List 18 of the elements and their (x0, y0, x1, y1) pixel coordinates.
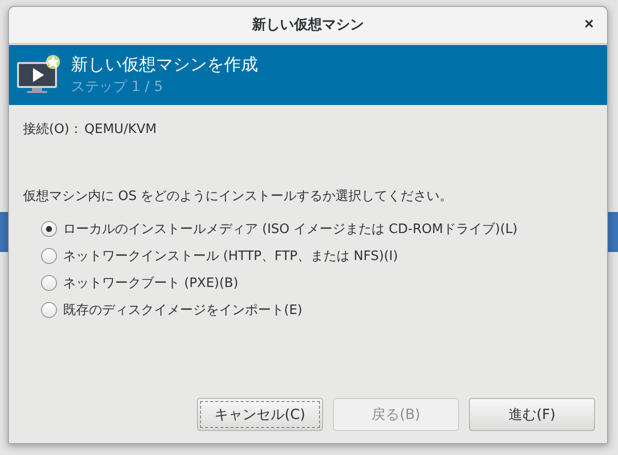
question-text: 仮想マシン内に OS をどのようにインストールするか選択してください。 (23, 188, 454, 206)
dialog-button[interactable]: 進む(F) (469, 398, 595, 431)
radio-option[interactable]: 既存のディスクイメージをインポート(E) (41, 296, 595, 323)
monitor-icon (15, 54, 61, 96)
radio-button[interactable] (41, 220, 57, 236)
connection-value: QEMU/KVM (84, 122, 157, 136)
radio-button[interactable] (41, 248, 57, 264)
radio-button[interactable] (41, 302, 57, 318)
window-title: 新しい仮想マシン (252, 16, 364, 34)
step-indicator: ステップ 1 / 5 (71, 78, 164, 97)
radio-option[interactable]: ローカルのインストールメディア (ISO イメージまたは CD-ROMドライブ)(L) (41, 215, 595, 242)
dialog-button[interactable]: キャンセル(C) (197, 398, 323, 431)
radio-option[interactable]: ネットワークブート (PXE)(B) (41, 269, 595, 296)
close-button[interactable]: × (579, 15, 599, 35)
connection-label: 接続(O)： (23, 121, 82, 138)
radio-option[interactable]: ネットワークインストール (HTTP、FTP、または NFS)(I) (41, 242, 595, 269)
header-title: 新しい仮想マシンを作成 (71, 54, 258, 77)
radio-button[interactable] (41, 274, 57, 290)
